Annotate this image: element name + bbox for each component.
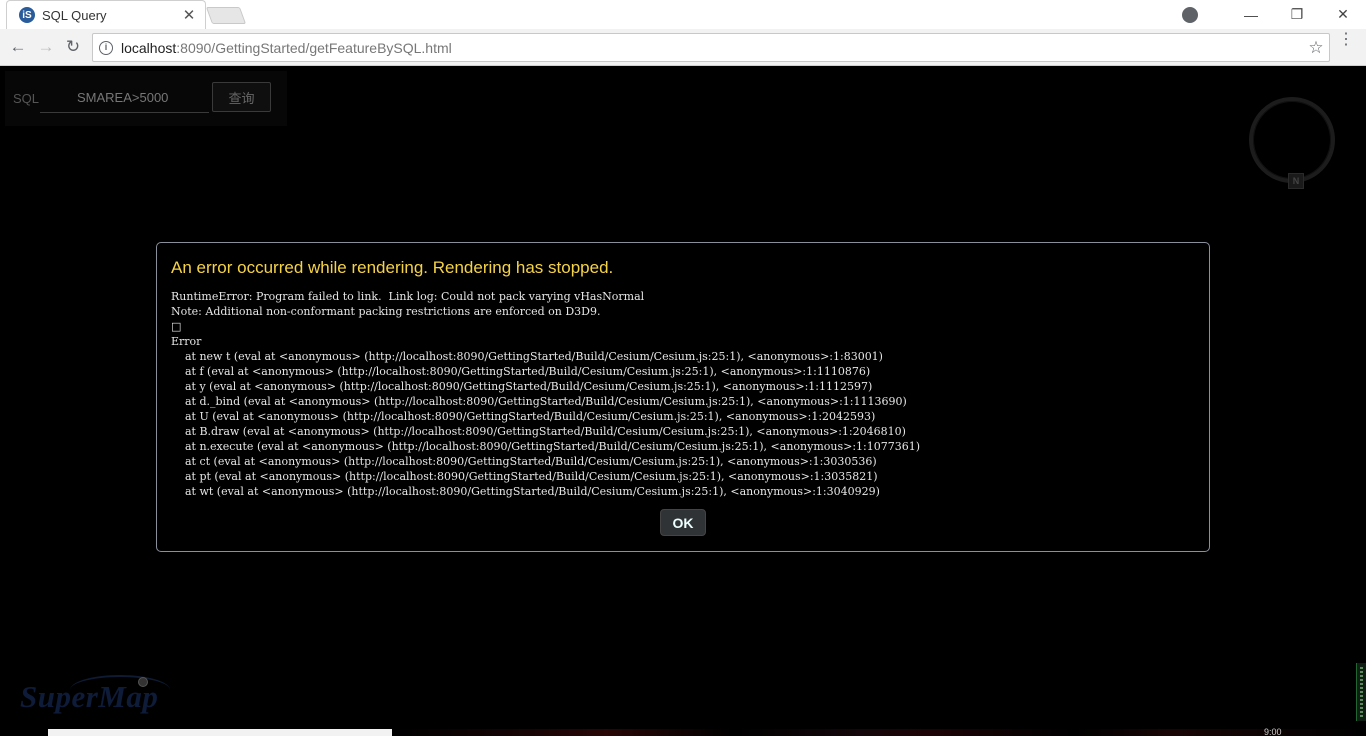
- url-path: :8090/GettingStarted/getFeatureBySQL.htm…: [176, 39, 452, 56]
- sql-input[interactable]: [40, 83, 209, 113]
- render-error-dialog: An error occurred while rendering. Rende…: [156, 242, 1210, 552]
- url-host: localhost: [121, 39, 177, 56]
- bottom-status-bar: [48, 729, 392, 736]
- navigation-compass[interactable]: N: [1249, 97, 1335, 189]
- back-arrow-icon[interactable]: ←: [8, 37, 28, 57]
- browser-menu-icon[interactable]: ⋮: [1338, 32, 1354, 48]
- window-close-icon[interactable]: ✕: [1320, 6, 1366, 23]
- tab-title: SQL Query: [42, 7, 107, 23]
- time-label: 9:00: [1264, 727, 1282, 736]
- query-button[interactable]: 查询: [212, 82, 271, 112]
- side-meter: [1356, 663, 1366, 721]
- forward-arrow-icon[interactable]: →: [36, 37, 56, 57]
- tab-close-icon[interactable]: ✕: [181, 6, 197, 24]
- error-title: An error occurred while rendering. Rende…: [171, 258, 614, 277]
- ok-button[interactable]: OK: [660, 509, 706, 536]
- error-message: RuntimeError: Program failed to link. Li…: [171, 290, 921, 498]
- bottom-timeline: [392, 729, 1366, 736]
- restore-icon[interactable]: ❐: [1274, 6, 1320, 23]
- bookmark-star-icon[interactable]: ☆: [1303, 38, 1329, 58]
- site-info-icon[interactable]: i: [99, 40, 113, 55]
- reload-icon[interactable]: ↻: [63, 37, 83, 57]
- browser-toolbar: ← → ↻ i localhost:8090/GettingStarted/ge…: [0, 29, 1366, 66]
- sql-label: SQL: [13, 91, 40, 106]
- window-controls: — ❐ ✕: [1182, 0, 1366, 29]
- profile-icon[interactable]: [1182, 6, 1198, 23]
- site-favicon-icon: iS: [19, 7, 35, 23]
- cesium-viewer[interactable]: SQL 查询 N SuperMap 9:00 An error occurred…: [0, 67, 1366, 736]
- logo-globe-icon: [138, 677, 148, 687]
- sql-query-panel: SQL 查询: [5, 71, 287, 126]
- new-tab-button[interactable]: [205, 7, 247, 24]
- browser-tabstrip: iS SQL Query ✕ — ❐ ✕: [0, 0, 1366, 29]
- address-url[interactable]: localhost:8090/GettingStarted/getFeature…: [121, 40, 1303, 56]
- compass-north-icon[interactable]: N: [1288, 173, 1304, 189]
- minimize-icon[interactable]: —: [1228, 7, 1274, 23]
- address-bar[interactable]: i localhost:8090/GettingStarted/getFeatu…: [92, 33, 1330, 62]
- browser-tab[interactable]: iS SQL Query ✕: [6, 0, 206, 29]
